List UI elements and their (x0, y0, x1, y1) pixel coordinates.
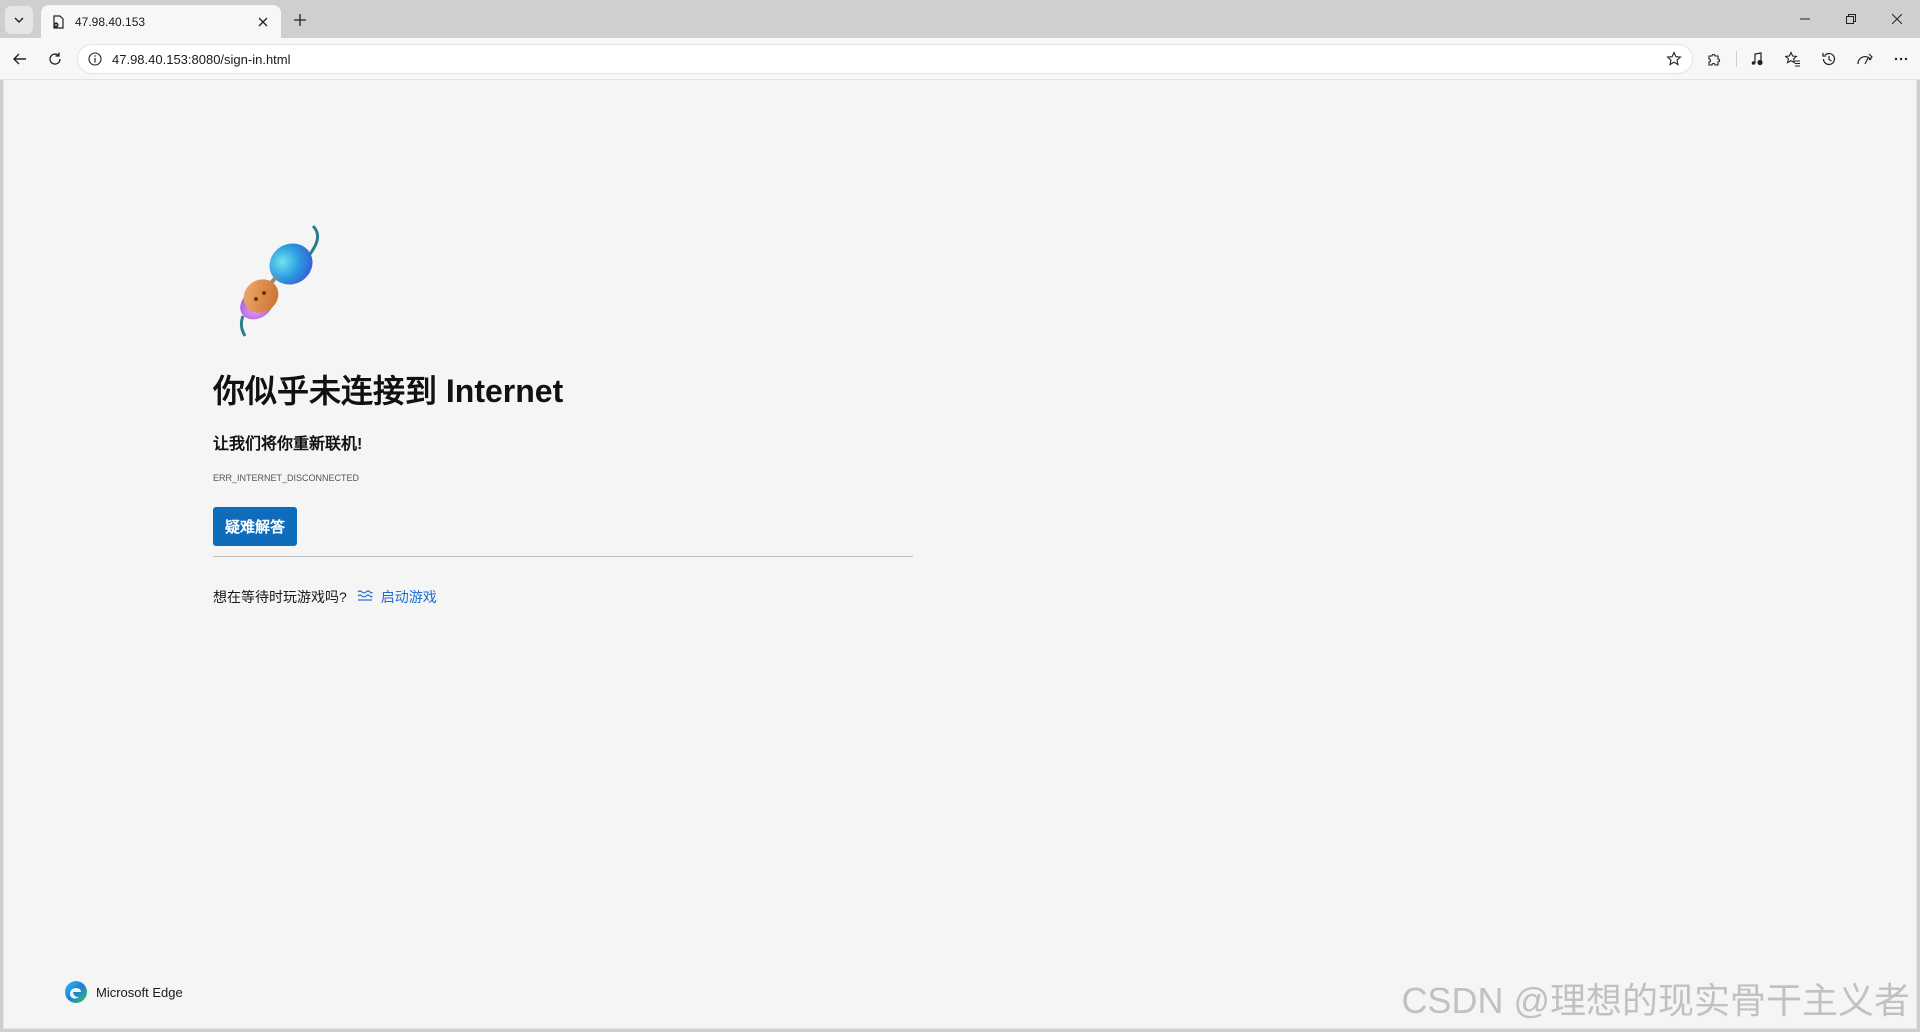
back-icon (13, 53, 26, 65)
add-favorite-button[interactable] (1660, 45, 1688, 73)
history-icon (1822, 52, 1836, 66)
performance-icon (1857, 53, 1873, 65)
more-options-button[interactable] (1887, 45, 1915, 73)
restore-button[interactable] (1828, 0, 1874, 38)
close-icon (1892, 14, 1902, 24)
tab-actions-menu-button[interactable] (5, 6, 33, 34)
edge-logo-icon (65, 981, 87, 1003)
history-button[interactable] (1815, 45, 1843, 73)
window-controls (1782, 0, 1920, 38)
game-prompt-row: 想在等待时玩游戏吗? 启动游戏 (213, 587, 437, 607)
troubleshoot-button[interactable]: 疑难解答 (213, 507, 297, 546)
minimize-icon (1800, 18, 1810, 20)
performance-button[interactable] (1851, 45, 1879, 73)
close-window-button[interactable] (1874, 0, 1920, 38)
media-icon (1751, 52, 1763, 66)
chevron-down-icon (14, 17, 24, 23)
restore-icon (1846, 14, 1856, 24)
game-prompt-text: 想在等待时玩游戏吗? (213, 589, 347, 605)
favorites-icon (1785, 51, 1800, 67)
close-icon (258, 17, 268, 26)
launch-game-link[interactable]: 启动游戏 (381, 587, 437, 607)
game-waves-icon[interactable] (357, 590, 373, 604)
page-title: 你似乎未连接到 Internet (213, 373, 564, 409)
close-tab-button[interactable] (255, 14, 271, 30)
address-bar[interactable]: 47.98.40.153:8080/sign-in.html (77, 44, 1693, 74)
plus-icon (294, 14, 306, 26)
more-icon (1894, 57, 1908, 61)
browser-tab[interactable]: 47.98.40.153 (41, 5, 281, 38)
refresh-icon (49, 52, 61, 65)
edge-brand-label: Microsoft Edge (96, 984, 183, 1000)
tab-strip: 47.98.40.153 (0, 0, 1920, 38)
extensions-button[interactable] (1700, 45, 1728, 73)
media-control-button[interactable] (1743, 45, 1771, 73)
tab-title: 47.98.40.153 (75, 14, 146, 29)
page-icon (53, 14, 64, 29)
star-icon (1666, 51, 1682, 66)
edge-branding: Microsoft Edge (64, 980, 183, 1004)
extensions-icon (1708, 54, 1720, 66)
info-icon[interactable] (88, 52, 102, 66)
toolbar-separator (1736, 51, 1737, 67)
browser-toolbar: 47.98.40.153:8080/sign-in.html (0, 38, 1920, 80)
minimize-button[interactable] (1782, 0, 1828, 38)
back-button[interactable] (6, 45, 34, 73)
disconnected-plug-illustration (239, 224, 320, 337)
page-subtitle: 让我们将你重新联机! (213, 436, 363, 453)
watermark-text: CSDN @理想的现实骨干主义者 (1401, 980, 1910, 1021)
divider (213, 556, 913, 557)
page-content: 你似乎未连接到 Internet 让我们将你重新联机! ERR_INTERNET… (3, 80, 1917, 1029)
new-tab-button[interactable] (288, 8, 312, 32)
favorites-button[interactable] (1779, 45, 1807, 73)
url-text[interactable]: 47.98.40.153:8080/sign-in.html (112, 52, 1660, 67)
error-code: ERR_INTERNET_DISCONNECTED (213, 473, 360, 483)
refresh-button[interactable] (41, 45, 69, 73)
